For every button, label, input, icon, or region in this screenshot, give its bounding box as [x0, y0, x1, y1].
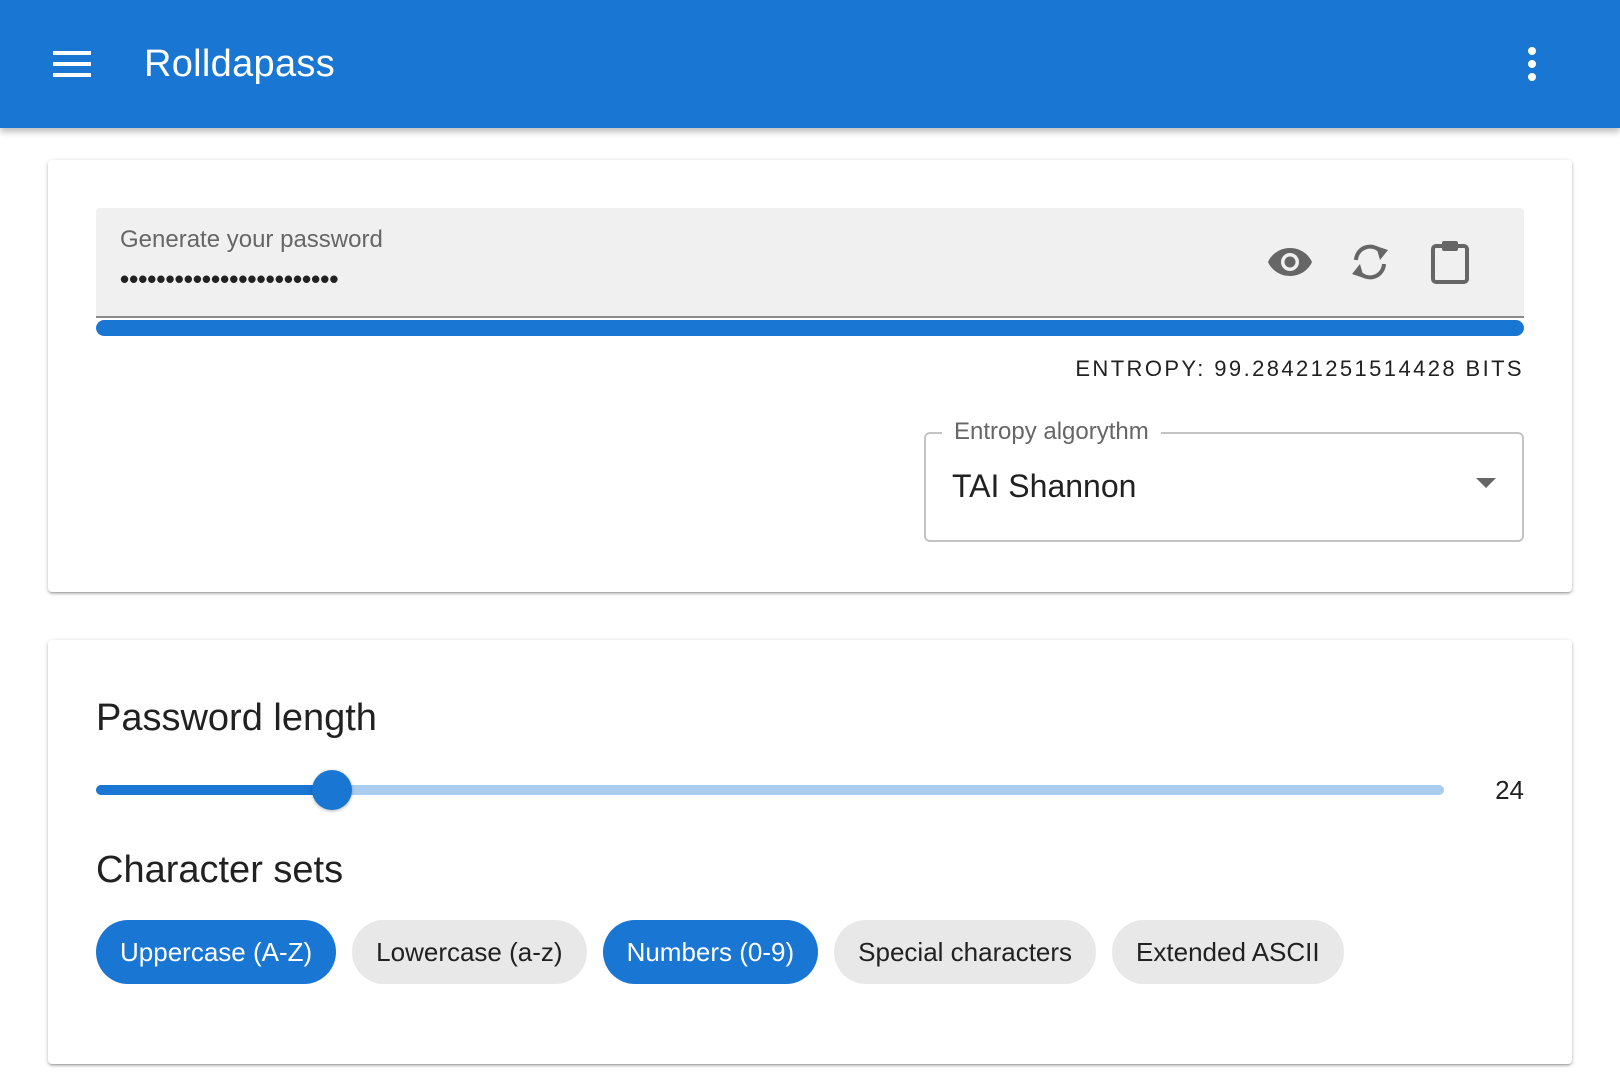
password-length-title: Password length — [96, 697, 377, 739]
slider-thumb[interactable] — [311, 770, 352, 810]
password-strength-fill — [96, 320, 1524, 336]
menu-icon — [53, 51, 91, 77]
more-options-button[interactable] — [1508, 36, 1556, 92]
password-value[interactable]: •••••••••••••••••••••••• — [120, 264, 338, 295]
chip-uppercase[interactable]: Uppercase (A-Z) — [96, 920, 337, 984]
slider-fill — [96, 785, 332, 795]
entropy-algorithm-select[interactable]: Entropy algorythm TAI Shannon — [924, 416, 1524, 542]
chip-lowercase[interactable]: Lowercase (a-z) — [352, 920, 587, 984]
entropy-algorithm-value: TAI Shannon — [952, 468, 1137, 504]
chip-numbers[interactable]: Numbers (0-9) — [602, 920, 819, 984]
options-card: Password length 24 Character sets Upperc… — [48, 640, 1572, 1064]
character-set-chips: Uppercase (A-Z) Lowercase (a-z) Numbers … — [96, 920, 1344, 984]
entropy-algorithm-label: Entropy algorythm — [942, 416, 1161, 448]
app-title: Rolldapass — [144, 43, 335, 85]
copy-button[interactable] — [1422, 234, 1478, 290]
clipboard-icon — [1431, 241, 1469, 284]
regenerate-button[interactable] — [1342, 234, 1398, 290]
dropdown-arrow-icon — [1476, 478, 1496, 488]
password-field[interactable]: Generate your password •••••••••••••••••… — [96, 208, 1524, 318]
character-sets-title: Character sets — [96, 849, 344, 891]
password-card: Generate your password •••••••••••••••••… — [48, 160, 1572, 592]
password-field-label: Generate your password — [120, 226, 383, 253]
app-bar: Rolldapass — [0, 0, 1620, 128]
show-password-button[interactable] — [1262, 234, 1318, 290]
chip-extended-ascii[interactable]: Extended ASCII — [1112, 920, 1344, 984]
menu-button[interactable] — [44, 38, 100, 90]
password-length-value: 24 — [1495, 775, 1524, 805]
entropy-readout: Entropy: 99.28421251514428 bits — [1075, 356, 1524, 381]
eye-icon — [1268, 248, 1312, 276]
refresh-icon — [1352, 244, 1388, 280]
password-strength-bar — [96, 320, 1524, 336]
more-vert-icon — [1528, 47, 1536, 81]
password-length-slider[interactable] — [96, 770, 1444, 810]
chip-special-characters[interactable]: Special characters — [834, 920, 1097, 984]
